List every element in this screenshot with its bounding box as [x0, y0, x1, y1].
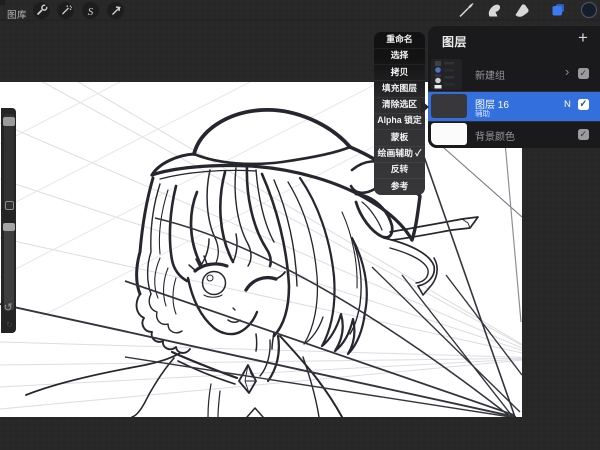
svg-text:S: S: [88, 6, 94, 18]
